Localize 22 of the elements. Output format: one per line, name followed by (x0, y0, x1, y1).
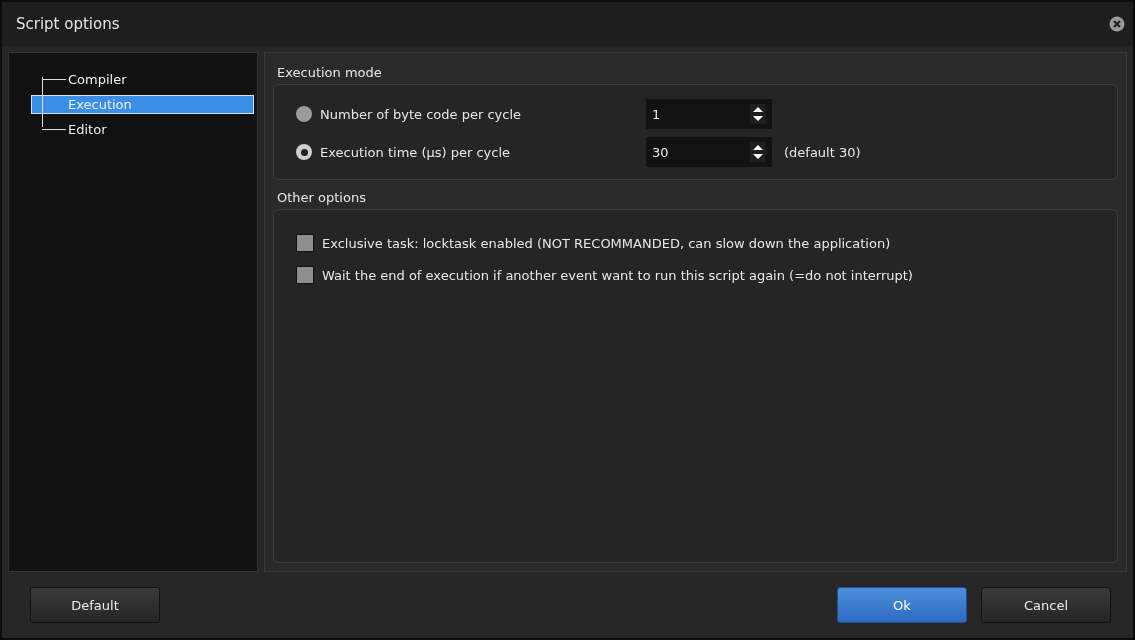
dialog-button[interactable]: Default (30, 587, 160, 623)
dialog-button[interactable]: Cancel (981, 587, 1111, 623)
tree-item[interactable]: Editor (66, 121, 111, 138)
group-title: Other options (276, 189, 366, 207)
checkbox-label: Exclusive task: locktask enabled (NOT RECOMMANDED, can slow down the application) (322, 235, 891, 251)
tree-item[interactable]: Compiler (66, 71, 131, 88)
checkbox-label: Wait the end of execution if another event want to run this script again (=do not interrupt) (322, 267, 913, 283)
ok-button[interactable]: Ok (837, 587, 967, 623)
close-icon[interactable] (1109, 16, 1125, 32)
checkbox[interactable] (296, 266, 314, 284)
radio-button[interactable] (296, 106, 312, 122)
spinner-arrows-icon[interactable] (750, 142, 766, 162)
number-field[interactable]: 1 (646, 99, 772, 129)
option-label: Execution time (µs) per cycle (320, 144, 511, 160)
default-hint: (default 30) (784, 144, 861, 160)
window-title: Script options (16, 15, 120, 33)
spinner-arrows-icon[interactable] (750, 104, 766, 124)
number-field[interactable]: 30 (646, 137, 772, 167)
option-label: Number of byte code per cycle (320, 106, 521, 122)
checkbox[interactable] (296, 234, 314, 252)
group-title: Execution mode (276, 64, 382, 82)
radio-button[interactable] (296, 144, 312, 160)
